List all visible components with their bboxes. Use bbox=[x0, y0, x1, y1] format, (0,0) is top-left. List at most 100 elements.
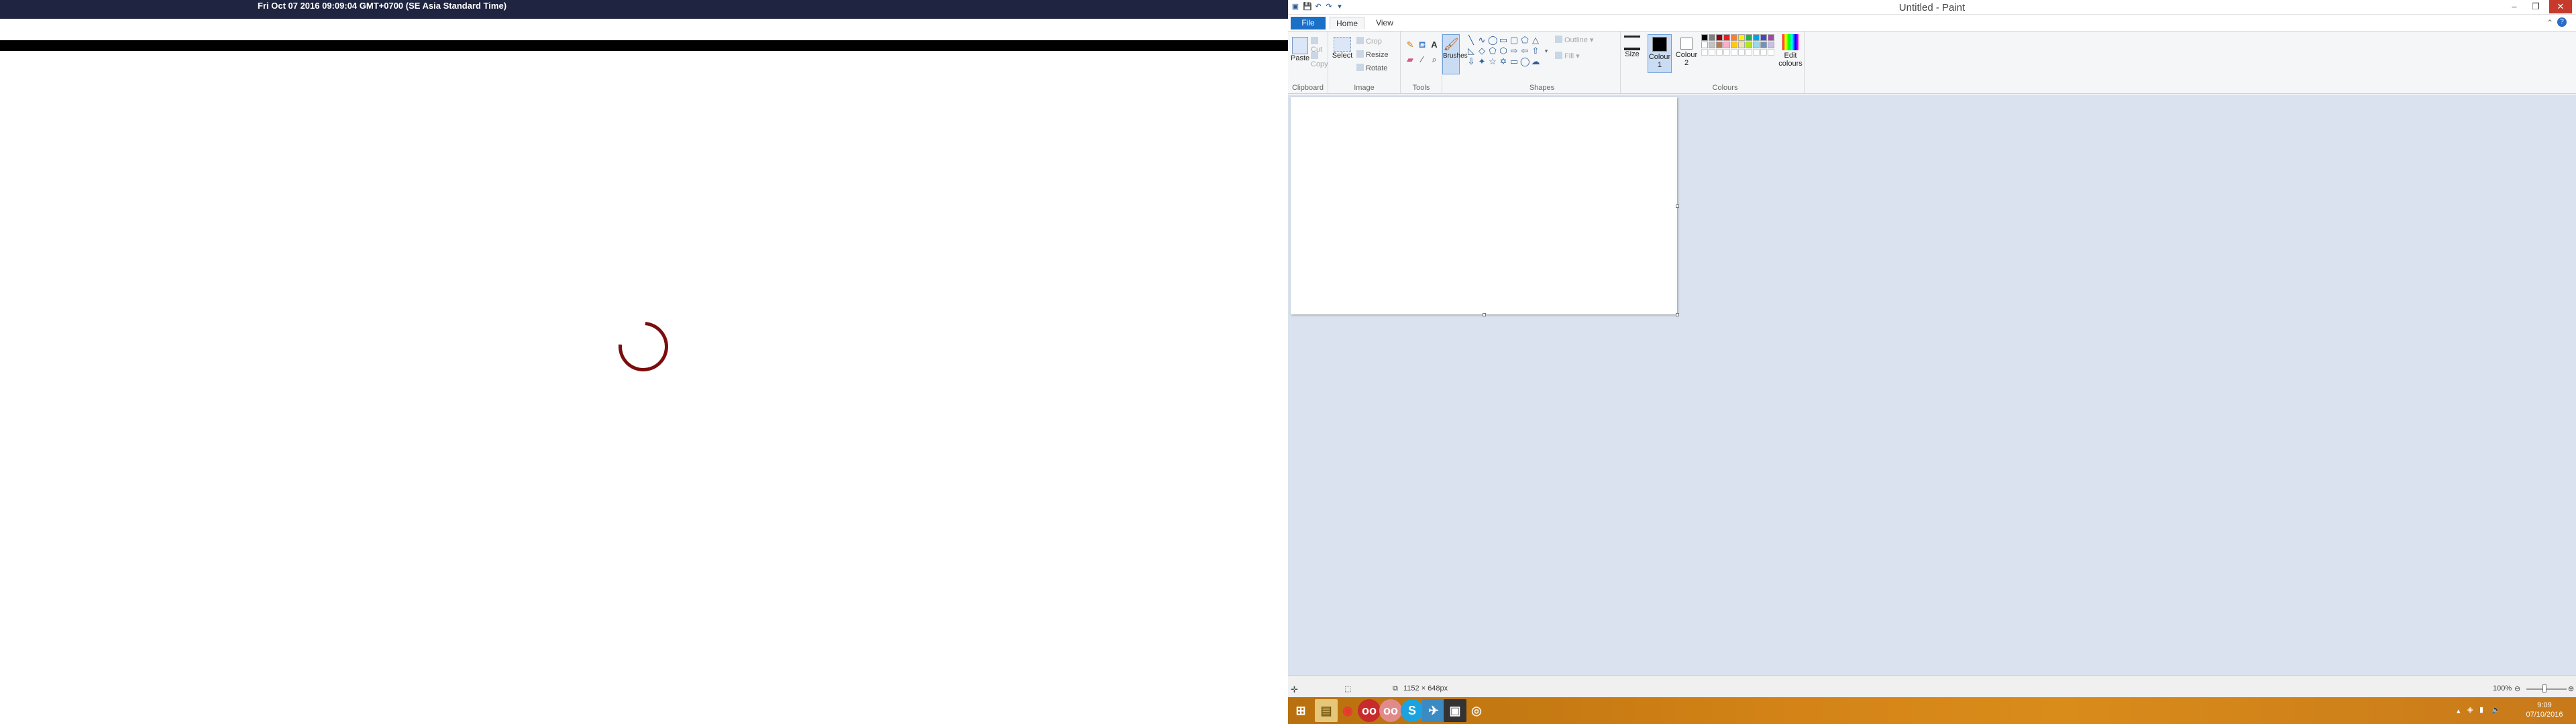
tab-home[interactable]: Home bbox=[1330, 17, 1364, 29]
drawing-canvas[interactable] bbox=[1291, 97, 1677, 314]
hexagon-shape-icon[interactable]: ⬡ bbox=[1499, 46, 1508, 56]
clock-date[interactable]: 07/10/2016 bbox=[2521, 711, 2568, 719]
custom-palette-swatch[interactable] bbox=[1723, 49, 1730, 56]
file-explorer-icon[interactable]: ▤ bbox=[1315, 699, 1338, 722]
terminal-app-icon[interactable]: ▣ bbox=[1444, 699, 1466, 722]
right-arrow-shape-icon[interactable]: ⇨ bbox=[1509, 46, 1519, 56]
palette-swatch[interactable] bbox=[1723, 34, 1730, 41]
tray-expand-icon[interactable]: ▴ bbox=[2457, 707, 2461, 715]
edit-colours-button[interactable]: Edit colours bbox=[1778, 34, 1803, 68]
left-arrow-shape-icon[interactable]: ⇦ bbox=[1520, 46, 1529, 56]
crop-button[interactable]: Crop bbox=[1356, 37, 1382, 46]
custom-palette-swatch[interactable] bbox=[1738, 49, 1745, 56]
zoom-out-button[interactable]: ⊖ bbox=[2514, 684, 2520, 693]
palette-swatch[interactable] bbox=[1768, 42, 1774, 48]
palette-swatch[interactable] bbox=[1746, 42, 1752, 48]
canvas-resize-handle-right[interactable] bbox=[1676, 204, 1679, 208]
palette-swatch[interactable] bbox=[1701, 34, 1708, 41]
copy-button[interactable]: Copy bbox=[1311, 52, 1328, 68]
outline-button[interactable]: Outline ▾ bbox=[1555, 36, 1593, 44]
palette-swatch[interactable] bbox=[1731, 34, 1737, 41]
text-tool-icon[interactable]: A bbox=[1429, 40, 1440, 50]
polygon-shape-icon[interactable]: ⬠ bbox=[1520, 36, 1529, 45]
fill-bucket-icon[interactable]: ⛾ bbox=[1417, 40, 1428, 50]
palette-swatch[interactable] bbox=[1709, 34, 1715, 41]
palette-swatch[interactable] bbox=[1701, 42, 1708, 48]
custom-palette-swatch[interactable] bbox=[1760, 49, 1767, 56]
palette-swatch[interactable] bbox=[1738, 42, 1745, 48]
colour-picker-icon[interactable]: ⁄ bbox=[1417, 54, 1428, 65]
custom-palette-swatch[interactable] bbox=[1709, 49, 1715, 56]
cloud-callout-shape-icon[interactable]: ☁ bbox=[1531, 57, 1540, 66]
palette-swatch[interactable] bbox=[1746, 34, 1752, 41]
zoom-slider[interactable] bbox=[2526, 688, 2567, 690]
tab-view[interactable]: View bbox=[1370, 17, 1399, 29]
custom-palette-swatch[interactable] bbox=[1731, 49, 1737, 56]
zoom-in-button[interactable]: ⊕ bbox=[2568, 684, 2574, 693]
pink-app-icon[interactable]: oo bbox=[1379, 699, 1402, 722]
pencil-icon[interactable]: ✎ bbox=[1405, 40, 1415, 50]
oval-shape-icon[interactable]: ◯ bbox=[1488, 36, 1498, 45]
rotate-button[interactable]: Rotate bbox=[1356, 64, 1387, 72]
canvas-resize-handle-corner[interactable] bbox=[1676, 313, 1679, 316]
shapes-more-icon[interactable]: ▾ bbox=[1542, 46, 1551, 56]
resize-button[interactable]: Resize bbox=[1356, 50, 1389, 59]
ribbon-minimize-icon[interactable]: ⌃ bbox=[2546, 18, 2553, 27]
palette-swatch[interactable] bbox=[1716, 34, 1723, 41]
right-triangle-shape-icon[interactable]: ◺ bbox=[1466, 46, 1476, 56]
rounded-rectangle-shape-icon[interactable]: ▢ bbox=[1509, 36, 1519, 45]
palette-swatch[interactable] bbox=[1753, 42, 1760, 48]
clock-time[interactable]: 9:09 bbox=[2521, 701, 2568, 709]
help-icon[interactable]: ? bbox=[2557, 17, 2567, 27]
four-point-star-shape-icon[interactable]: ✦ bbox=[1477, 57, 1487, 66]
diamond-shape-icon[interactable]: ◇ bbox=[1477, 46, 1487, 56]
callout-shape-icon[interactable]: ▭ bbox=[1509, 57, 1519, 66]
paste-button[interactable]: Paste bbox=[1291, 37, 1309, 62]
tab-file[interactable]: File bbox=[1291, 17, 1326, 29]
palette-swatch[interactable] bbox=[1723, 42, 1730, 48]
palette-swatch[interactable] bbox=[1716, 42, 1723, 48]
palette-swatch[interactable] bbox=[1760, 42, 1767, 48]
palette-swatch[interactable] bbox=[1738, 34, 1745, 41]
tray-app-icon[interactable]: ◈ bbox=[2467, 705, 2473, 714]
colour2-button[interactable]: Colour 2 bbox=[1674, 34, 1699, 67]
network-icon[interactable]: ▮ bbox=[2479, 705, 2483, 714]
up-arrow-shape-icon[interactable]: ⇧ bbox=[1531, 46, 1540, 56]
six-point-star-shape-icon[interactable]: ✡ bbox=[1499, 57, 1508, 66]
palette-swatch[interactable] bbox=[1768, 34, 1774, 41]
close-button[interactable]: ✕ bbox=[2549, 0, 2572, 13]
windows-start-icon[interactable]: ⊞ bbox=[1289, 699, 1312, 722]
chrome-icon[interactable]: ◉ bbox=[1336, 699, 1359, 722]
oval-callout-shape-icon[interactable]: ◯ bbox=[1520, 57, 1530, 66]
rectangle-shape-icon[interactable]: ▭ bbox=[1499, 36, 1508, 45]
colour1-button[interactable]: Colour 1 bbox=[1648, 34, 1672, 73]
triangle-shape-icon[interactable]: △ bbox=[1531, 36, 1540, 45]
skype-icon[interactable]: S bbox=[1401, 699, 1424, 722]
palette-swatch[interactable] bbox=[1709, 42, 1715, 48]
canvas-resize-handle-bottom[interactable] bbox=[1483, 313, 1486, 316]
zoom-slider-thumb[interactable] bbox=[2542, 684, 2546, 692]
brushes-button[interactable]: 🖌 Brushes bbox=[1442, 34, 1468, 74]
line-shape-icon[interactable]: ╲ bbox=[1466, 36, 1476, 45]
red-app-icon[interactable]: oo bbox=[1358, 699, 1381, 722]
minimize-button[interactable]: – bbox=[2505, 0, 2524, 13]
custom-palette-swatch[interactable] bbox=[1768, 49, 1774, 56]
palette-swatch[interactable] bbox=[1753, 34, 1760, 41]
custom-palette-swatch[interactable] bbox=[1701, 49, 1708, 56]
five-point-star-shape-icon[interactable]: ☆ bbox=[1488, 57, 1497, 66]
magnifier-icon[interactable]: ⌕ bbox=[1429, 54, 1440, 65]
fill-button[interactable]: Fill ▾ bbox=[1555, 52, 1580, 60]
custom-palette-swatch[interactable] bbox=[1716, 49, 1723, 56]
maximize-button[interactable]: ❐ bbox=[2526, 0, 2545, 13]
select-button[interactable]: Select bbox=[1331, 37, 1354, 60]
custom-palette-swatch[interactable] bbox=[1753, 49, 1760, 56]
volume-icon[interactable]: 🔈 bbox=[2491, 705, 2501, 714]
palette-swatch[interactable] bbox=[1731, 42, 1737, 48]
plane-app-icon[interactable]: ✈ bbox=[1422, 699, 1445, 722]
size-button[interactable]: Size bbox=[1622, 36, 1642, 58]
custom-palette-swatch[interactable] bbox=[1746, 49, 1752, 56]
pentagon-shape-icon[interactable]: ⬠ bbox=[1488, 46, 1497, 56]
eraser-icon[interactable]: ▰ bbox=[1405, 54, 1415, 65]
down-arrow-shape-icon[interactable]: ⇩ bbox=[1466, 57, 1476, 66]
paint-taskbar-icon[interactable]: ◎ bbox=[1465, 699, 1488, 722]
